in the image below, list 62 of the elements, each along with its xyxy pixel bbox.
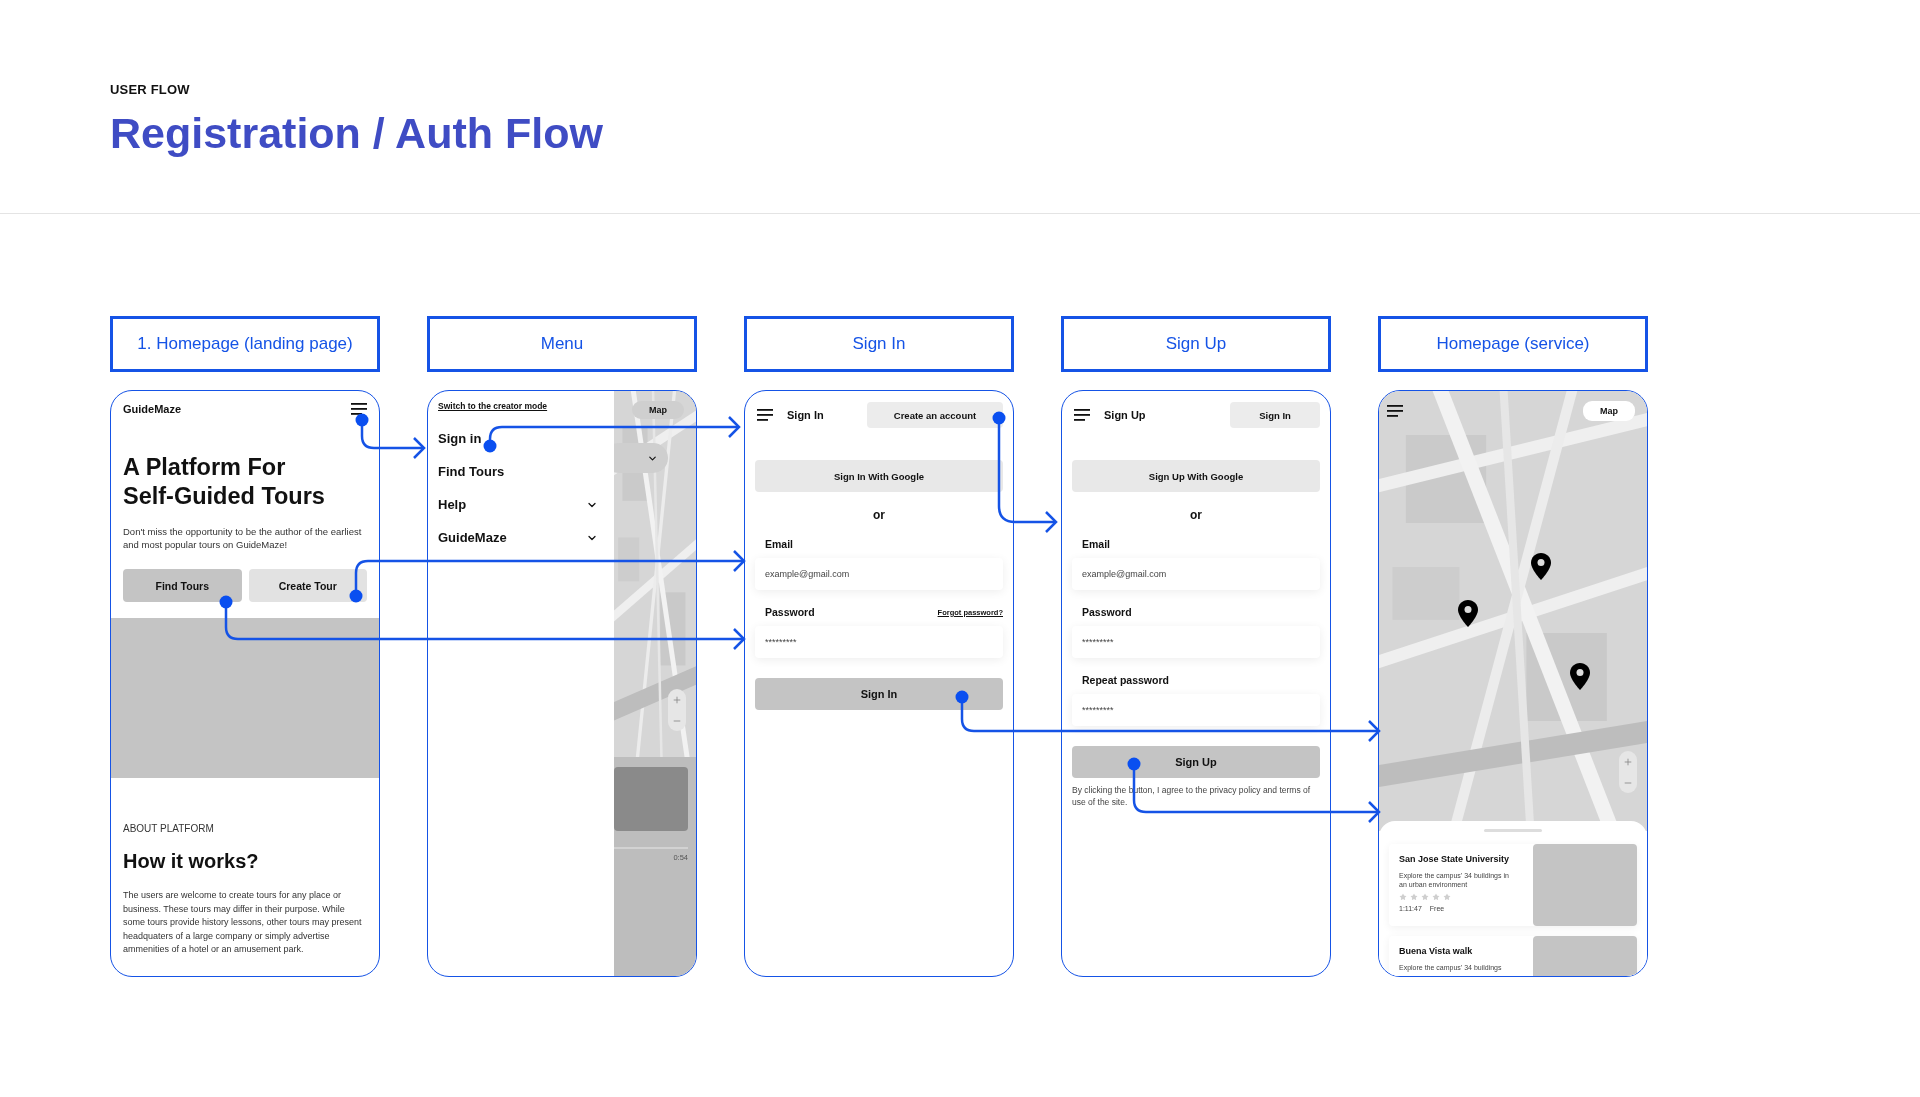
field-label: Password — [1082, 606, 1132, 618]
screen-title: Sign Up — [1104, 409, 1147, 421]
tour-title: San Jose State University — [1399, 854, 1511, 864]
map-toggle[interactable]: Map — [1583, 401, 1635, 421]
screen-label: Menu — [427, 316, 697, 372]
menu-icon[interactable] — [1074, 409, 1090, 421]
menu-item[interactable]: Sign in — [438, 431, 604, 446]
menu-icon[interactable] — [757, 409, 773, 421]
menu-item[interactable]: Help — [438, 497, 604, 512]
map-toggle[interactable]: Map — [632, 401, 684, 419]
menu-icon[interactable] — [1387, 405, 1403, 417]
cta-button[interactable]: Create Tour — [248, 569, 367, 602]
tour-title: Buena Vista walk — [1399, 946, 1474, 956]
dropdown-field[interactable] — [614, 443, 668, 473]
submit-button[interactable]: Sign In — [755, 678, 1003, 710]
field-label: Email — [765, 538, 793, 550]
creator-mode-link[interactable]: Switch to the creator mode — [438, 401, 604, 411]
section-title: How it works? — [123, 850, 260, 873]
screen-label: Homepage (service) — [1378, 316, 1648, 372]
google-button[interactable]: Sign In With Google — [755, 460, 1003, 492]
screen-label: Sign In — [744, 316, 1014, 372]
plus-icon[interactable] — [1623, 756, 1633, 767]
cta-button[interactable]: Find Tours — [123, 569, 242, 602]
menu-icon[interactable] — [351, 403, 367, 415]
hero-text: Don't miss the opportunity to be the author of the earliest and most popular tours on GuideMaze! — [123, 525, 363, 551]
input-field[interactable]: example@gmail.com — [1072, 558, 1320, 590]
header-button[interactable]: Create an account — [867, 402, 1003, 428]
star-icon — [1421, 893, 1429, 901]
plus-icon[interactable] — [672, 694, 682, 705]
sheet-handle[interactable] — [1484, 829, 1542, 832]
brand-name: GuideMaze — [123, 403, 182, 415]
menu-item[interactable]: GuideMaze — [438, 530, 604, 545]
hero-headline: A Platform For Self-Guided Tours — [123, 453, 326, 511]
field-label: Repeat password — [1082, 674, 1169, 686]
screen-title: Sign In — [787, 409, 825, 421]
menu-item[interactable]: Find Tours — [438, 464, 604, 479]
header-button[interactable]: Sign In — [1230, 402, 1320, 428]
eyebrow-label: USER FLOW — [110, 82, 191, 97]
screen-label: 1. Homepage (landing page) — [110, 316, 380, 372]
star-icon — [1410, 893, 1418, 901]
input-field[interactable]: ********* — [1072, 694, 1320, 726]
submit-button[interactable]: Sign Up — [1072, 746, 1320, 778]
input-field[interactable]: example@gmail.com — [755, 558, 1003, 590]
star-icon — [1443, 893, 1451, 901]
google-button[interactable]: Sign Up With Google — [1072, 460, 1320, 492]
map-pin-icon[interactable] — [1531, 553, 1551, 580]
input-field[interactable]: ********* — [1072, 626, 1320, 658]
body-text: The users are welcome to create tours for any place or business. These tours may differ in their purpose. While some tours provide history lessons, other tours may present headquaters of a large company or simply advertise ammenities of a hotel or an amusement park. — [123, 889, 363, 956]
or-divider: or — [872, 508, 886, 522]
map-pin-icon[interactable] — [1458, 600, 1478, 627]
section-label: ABOUT PLATFORM — [123, 823, 215, 834]
zoom-control[interactable] — [1619, 751, 1637, 793]
page-title: Registration / Auth Flow — [110, 109, 604, 158]
field-label: Email — [1082, 538, 1110, 550]
star-icon — [1432, 893, 1440, 901]
field-label: Password — [765, 606, 815, 618]
input-field[interactable]: ********* — [755, 626, 1003, 658]
screen-label: Sign Up — [1061, 316, 1331, 372]
map-pin-icon[interactable] — [1570, 663, 1590, 690]
or-divider: or — [1189, 508, 1203, 522]
zoom-control[interactable] — [668, 689, 686, 731]
star-icon — [1399, 893, 1407, 901]
